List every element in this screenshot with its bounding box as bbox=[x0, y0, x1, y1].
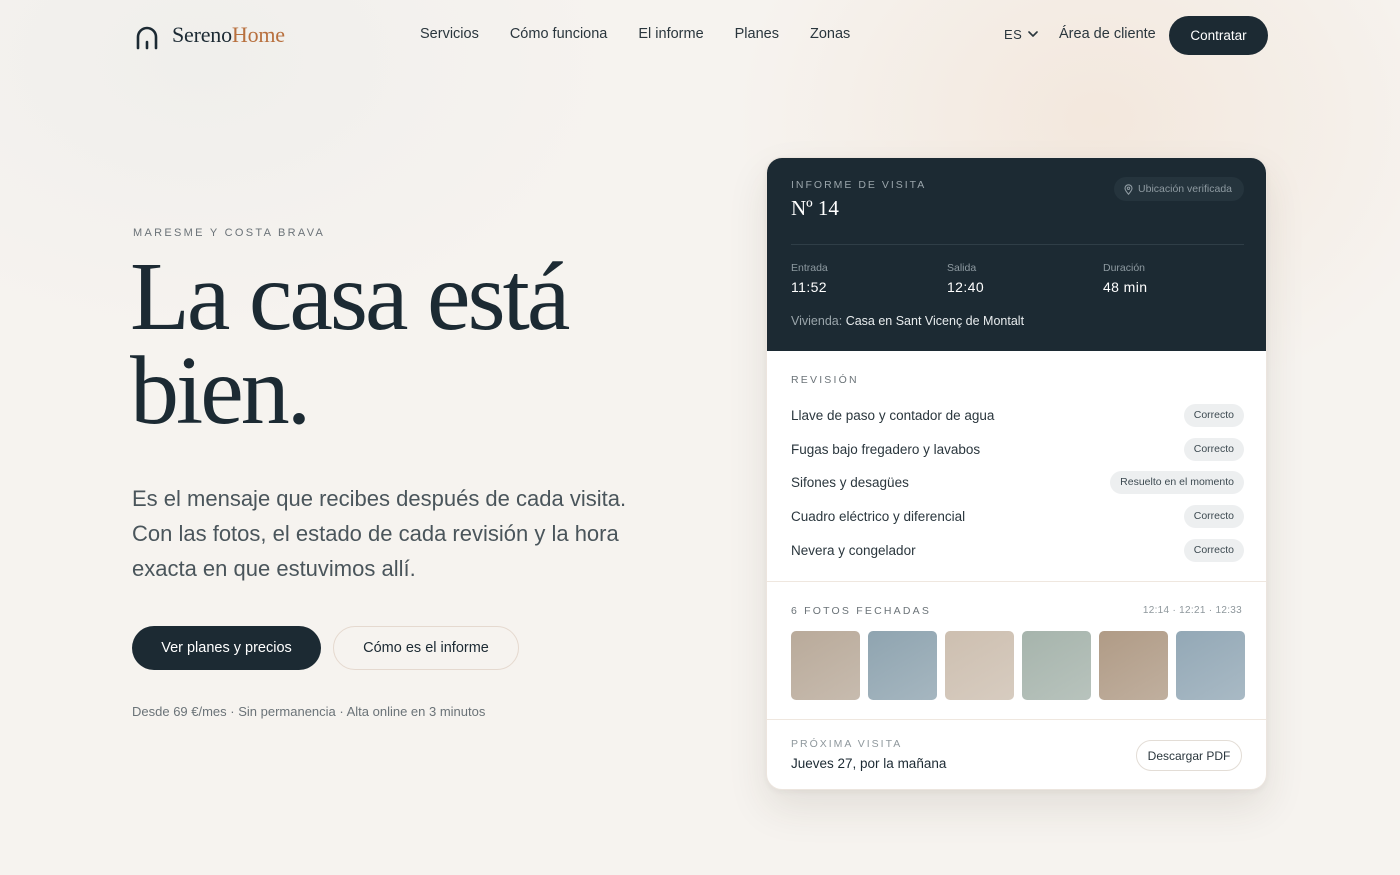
nav-link-el-informe[interactable]: El informe bbox=[638, 26, 703, 42]
section-divider bbox=[767, 719, 1266, 720]
hero-subtitle: Es el mensaje que recibes después de cad… bbox=[132, 481, 692, 586]
hero-title-line-1: La casa está bbox=[130, 243, 570, 351]
nav-link-como-funciona[interactable]: Cómo funciona bbox=[510, 26, 608, 42]
report-header: INFORME DE VISITA Nº 14 Ubicación verifi… bbox=[767, 158, 1266, 351]
stat-duration: Duración 48 min bbox=[1103, 262, 1147, 295]
review-label: Sifones y desagües bbox=[791, 474, 909, 490]
review-row: Nevera y congelador Correcto bbox=[791, 538, 1244, 562]
top-nav: SerenoHome Servicios Cómo funciona El in… bbox=[0, 0, 1400, 70]
location-pin-icon bbox=[1124, 183, 1133, 195]
report-number: Nº 14 bbox=[791, 196, 839, 220]
status-badge: Correcto bbox=[1183, 504, 1244, 528]
client-area-link[interactable]: Área de cliente bbox=[1059, 26, 1156, 42]
photo-strip bbox=[791, 631, 1245, 700]
nav-link-zonas[interactable]: Zonas bbox=[810, 26, 850, 42]
badge-label: Ubicación verificada bbox=[1138, 183, 1232, 195]
stat-label: Entrada bbox=[791, 262, 828, 274]
stat-label: Salida bbox=[947, 262, 977, 274]
hero-subtitle-line: exacta en que estuvimos allí. bbox=[132, 556, 416, 581]
property-label: Vivienda: bbox=[791, 314, 843, 328]
language-selector[interactable]: ES bbox=[1004, 27, 1039, 42]
stat-entry: Entrada 11:52 bbox=[791, 262, 828, 295]
hero-subtitle-line: Es el mensaje que recibes después de cad… bbox=[132, 486, 627, 511]
status-badge: Correcto bbox=[1183, 403, 1244, 427]
status-badge: Correcto bbox=[1183, 538, 1244, 562]
next-visit-value: Jueves 27, por la mañana bbox=[791, 756, 947, 771]
header-divider bbox=[791, 244, 1244, 245]
report-eyebrow: INFORME DE VISITA bbox=[791, 179, 927, 191]
review-label: Llave de paso y contador de agua bbox=[791, 407, 995, 423]
see-report-button[interactable]: Cómo es el informe bbox=[333, 626, 519, 670]
photo-thumbnail[interactable] bbox=[791, 631, 860, 700]
photos-section-title: 6 FOTOS FECHADAS bbox=[791, 605, 932, 617]
property-line: Vivienda: Casa en Sant Vicenç de Montalt bbox=[791, 314, 1024, 328]
chevron-down-icon bbox=[1028, 31, 1039, 37]
nav-link-servicios[interactable]: Servicios bbox=[420, 26, 479, 42]
nav-link-planes[interactable]: Planes bbox=[735, 26, 779, 42]
status-badge: Correcto bbox=[1183, 437, 1244, 461]
stat-label: Duración bbox=[1103, 262, 1146, 274]
review-label: Nevera y congelador bbox=[791, 542, 916, 558]
stat-exit: Salida 12:40 bbox=[947, 262, 984, 295]
photo-thumbnail[interactable] bbox=[868, 631, 937, 700]
photo-thumbnail[interactable] bbox=[945, 631, 1014, 700]
review-row: Cuadro eléctrico y diferencial Correcto bbox=[791, 504, 1244, 528]
brand-logo[interactable]: SerenoHome bbox=[134, 20, 285, 50]
location-verified-badge: Ubicación verificada bbox=[1114, 177, 1244, 201]
review-label: Cuadro eléctrico y diferencial bbox=[791, 508, 966, 524]
download-pdf-button[interactable]: Descargar PDF bbox=[1136, 740, 1242, 771]
next-visit-label: PRÓXIMA VISITA bbox=[791, 738, 903, 750]
review-row: Sifones y desagües Resuelto en el moment… bbox=[791, 470, 1244, 494]
stat-value: 11:52 bbox=[791, 279, 827, 295]
review-label: Fugas bajo fregadero y lavabos bbox=[791, 441, 981, 457]
contract-button[interactable]: Contratar bbox=[1169, 16, 1268, 55]
hero-subtitle-line: Con las fotos, el estado de cada revisió… bbox=[132, 521, 619, 546]
visit-report-card: INFORME DE VISITA Nº 14 Ubicación verifi… bbox=[766, 157, 1267, 790]
brand-name: SerenoHome bbox=[172, 22, 285, 47]
section-divider bbox=[767, 581, 1266, 582]
view-plans-button[interactable]: Ver planes y precios bbox=[132, 626, 321, 670]
hero-title: La casa está bien. bbox=[130, 243, 730, 445]
pricing-note: Desde 69 €/mes · Sin permanencia · Alta … bbox=[132, 704, 486, 719]
review-row: Fugas bajo fregadero y lavabos Correcto bbox=[791, 437, 1244, 461]
stat-value: 48 min bbox=[1103, 279, 1148, 295]
photo-thumbnail[interactable] bbox=[1022, 631, 1091, 700]
photo-thumbnail[interactable] bbox=[1176, 631, 1245, 700]
review-row: Llave de paso y contador de agua Correct… bbox=[791, 403, 1244, 427]
review-section-title: REVISIÓN bbox=[791, 374, 859, 386]
status-badge: Resuelto en el momento bbox=[1110, 470, 1244, 494]
property-value: Casa en Sant Vicenç de Montalt bbox=[845, 314, 1025, 328]
hero-title-line-2: bien. bbox=[130, 337, 311, 445]
hero-eyebrow: MARESME Y COSTA BRAVA bbox=[133, 227, 326, 239]
main-menu: Servicios Cómo funciona El informe Plane… bbox=[420, 26, 881, 42]
photo-timestamps: 12:14 · 12:21 · 12:33 bbox=[1142, 605, 1242, 616]
stat-value: 12:40 bbox=[947, 279, 985, 295]
arch-house-icon bbox=[136, 26, 158, 50]
language-code: ES bbox=[1004, 27, 1023, 42]
photo-thumbnail[interactable] bbox=[1099, 631, 1168, 700]
